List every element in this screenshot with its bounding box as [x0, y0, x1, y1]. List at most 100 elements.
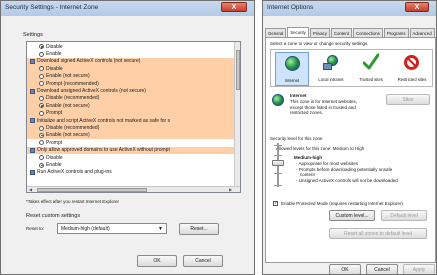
settings-label: Settings — [23, 32, 43, 38]
title-bar: Internet Options X — [263, 1, 436, 16]
setting-option[interactable]: Prompt — [27, 109, 236, 117]
setting-group-header: Only allow approved domains to use Activ… — [27, 146, 236, 154]
zone-prompt: Select a zone to view or change security… — [270, 41, 369, 46]
scroll-right-icon[interactable]: ▶ — [229, 187, 232, 192]
radio-button[interactable] — [39, 73, 44, 79]
zone-internet[interactable]: Internet — [275, 52, 309, 86]
cancel-button[interactable]: Cancel — [183, 255, 223, 267]
tab-connections[interactable]: Connections — [352, 28, 383, 37]
radio-button[interactable] — [39, 155, 44, 161]
zone-restricted-sites[interactable]: Restricted sites — [395, 52, 429, 86]
setting-category-icon — [30, 147, 35, 153]
radio-button[interactable] — [39, 81, 44, 87]
setting-option[interactable]: Prompt (recommended) — [27, 80, 236, 88]
protected-mode-checkbox[interactable] — [273, 200, 278, 206]
radio-button[interactable] — [39, 51, 44, 57]
title-bar: Security Settings - Internet Zone X — [1, 1, 254, 16]
setting-label: Prompt (recommended) — [46, 80, 99, 87]
radio-button[interactable] — [39, 95, 44, 101]
apply-button[interactable]: Apply — [403, 264, 435, 274]
radio-button[interactable] — [39, 110, 44, 116]
checkmark-icon — [363, 53, 379, 70]
tab-security[interactable]: Security — [287, 27, 309, 37]
setting-label: Enable (not secure) — [46, 132, 90, 139]
settings-list-box[interactable]: Disable Enable Download signed ActiveX con… — [26, 41, 241, 193]
dialog-button-bar: OK Cancel Apply — [263, 263, 436, 274]
tab-advanced[interactable]: Advanced — [409, 28, 435, 37]
setting-option[interactable]: Disable — [27, 154, 63, 161]
setting-option[interactable]: Enable — [27, 50, 62, 57]
setting-option[interactable]: Disable — [27, 43, 63, 50]
slider-tick — [274, 155, 282, 156]
tab-programs[interactable]: Programs — [383, 28, 409, 37]
setting-option[interactable]: Disable (recommended) — [27, 94, 236, 103]
level-bullet: content — [300, 172, 315, 177]
setting-label: Disable — [46, 65, 63, 72]
zone-label: Restricted sites — [397, 77, 427, 82]
slider-tick — [274, 185, 282, 186]
sites-button[interactable]: Sites — [386, 94, 430, 105]
horizontal-scrollbar[interactable]: ◀ ▶ — [27, 186, 240, 192]
security-level-slider[interactable] — [272, 160, 284, 166]
scrollbar-thumb[interactable] — [236, 50, 240, 90]
setting-label: Download unsigned ActiveX controls (not … — [37, 88, 146, 95]
setting-label: Run ActiveX controls and plug-ins — [37, 169, 112, 176]
vertical-scrollbar[interactable] — [234, 42, 240, 188]
zone-trusted-sites[interactable]: Trusted sites — [354, 52, 388, 86]
tab-general[interactable]: General — [265, 28, 287, 37]
radio-button[interactable] — [39, 44, 44, 50]
zone-label: Internet — [284, 78, 300, 83]
security-settings-window: Security Settings - Internet Zone X Sett… — [0, 0, 255, 275]
radio-button[interactable] — [39, 140, 44, 146]
setting-category-icon — [30, 169, 35, 175]
radio-button[interactable] — [39, 66, 44, 72]
allowed-levels: Allowed levels for this zone: Medium to … — [276, 146, 365, 151]
radio-button[interactable] — [39, 125, 44, 131]
setting-option[interactable]: Disable (recommended) — [27, 124, 236, 132]
setting-option[interactable]: Enable — [27, 161, 62, 168]
globe-icon — [272, 94, 284, 106]
intranet-icon — [323, 55, 338, 70]
ok-button[interactable]: OK — [329, 264, 361, 274]
radio-button[interactable] — [39, 103, 44, 109]
setting-group-header: Download signed ActiveX controls (not se… — [27, 57, 236, 66]
zone-local-intranet[interactable]: Local intranet — [314, 52, 348, 86]
settings-list: Disable Enable Download signed ActiveX con… — [27, 42, 236, 188]
close-button[interactable]: X — [405, 2, 429, 12]
protected-mode-label: Enable Protected Mode (requires restarti… — [281, 201, 404, 206]
reset-all-zones-button[interactable]: Reset all zones to default level — [329, 228, 427, 239]
reset-group-label: Reset custom settings — [26, 213, 81, 219]
setting-option[interactable]: Disable — [27, 65, 236, 73]
tab-content[interactable]: Content — [330, 28, 352, 37]
setting-option[interactable]: Enable (not secure) — [27, 102, 236, 110]
zone-label: Local intranet — [318, 77, 344, 82]
custom-level-button[interactable]: Custom level... — [329, 210, 375, 221]
setting-group-header: Initialize and script ActiveX controls n… — [27, 117, 236, 125]
cancel-button[interactable]: Cancel — [366, 264, 398, 274]
setting-label: Prompt — [46, 110, 63, 117]
scrollbar-thumb[interactable] — [37, 188, 147, 192]
reset-select-value: Medium-high (default) — [61, 225, 110, 232]
scroll-left-icon[interactable]: ◀ — [29, 187, 32, 192]
slider-tick — [274, 173, 282, 174]
setting-label: Download signed ActiveX controls (not se… — [37, 58, 141, 65]
reset-level-select[interactable]: Medium-high (default) ▼ — [57, 223, 167, 234]
setting-group-header: Download unsigned ActiveX controls (not … — [27, 87, 236, 95]
setting-option[interactable]: Enable (not secure) — [27, 72, 236, 80]
default-level-button[interactable]: Default level — [381, 210, 427, 221]
setting-option[interactable]: Enable (not secure) — [27, 131, 236, 140]
close-button[interactable]: X — [221, 2, 247, 12]
radio-button[interactable] — [39, 132, 44, 138]
reset-button[interactable]: Reset... — [179, 223, 219, 235]
setting-label: Enable — [46, 162, 62, 169]
setting-option[interactable]: Prompt — [27, 139, 62, 146]
window-title: Security Settings - Internet Zone — [5, 4, 99, 11]
ok-button[interactable]: OK — [137, 255, 177, 267]
setting-group-header: Run ActiveX controls and plug-ins — [27, 169, 112, 176]
radio-button[interactable] — [39, 162, 44, 168]
setting-label: Disable (recommended) — [46, 95, 100, 102]
tab-privacy[interactable]: Privacy — [309, 28, 330, 37]
setting-label: Only allow approved domains to use Activ… — [37, 147, 170, 154]
globe-icon — [285, 56, 300, 71]
reset-to-label: Reset to: — [26, 226, 45, 231]
